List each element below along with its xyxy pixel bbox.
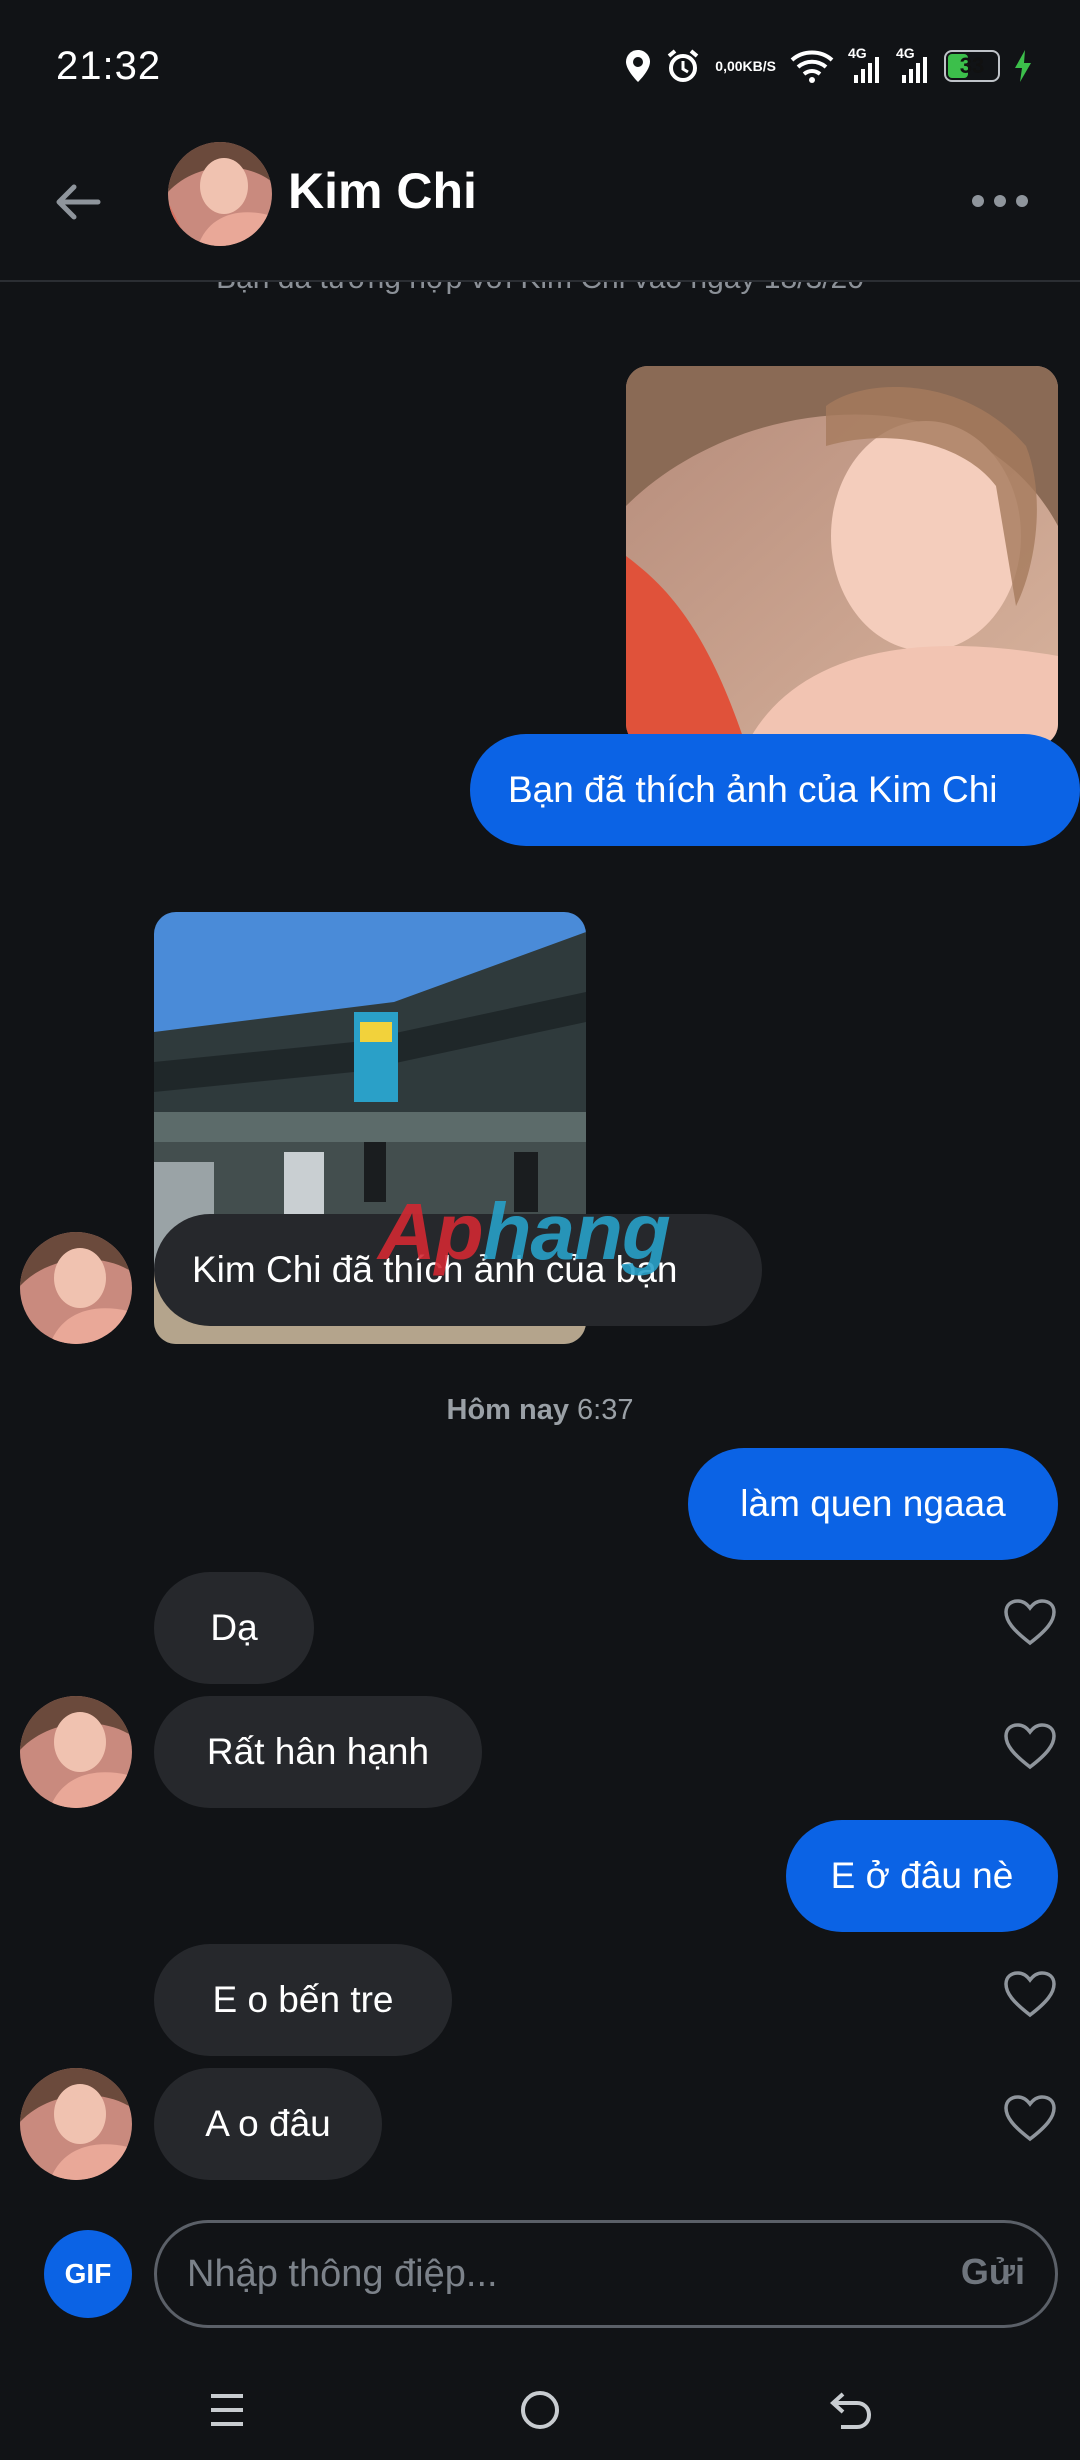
liked-photo-sent[interactable] — [626, 366, 1058, 746]
watermark-part1: Ap — [378, 1187, 484, 1276]
alarm-icon — [665, 48, 701, 84]
more-horizontal-icon — [972, 195, 1028, 207]
system-nav-bar — [0, 2360, 1080, 2460]
contact-avatar-small[interactable] — [20, 1232, 132, 1344]
menu-icon — [211, 2394, 243, 2426]
contact-avatar-small[interactable] — [20, 2068, 132, 2180]
location-icon — [625, 49, 651, 83]
net-speed-unit: KB/S — [742, 57, 776, 74]
status-icons: 0,00 KB/S 4G 4G 33 — [625, 44, 1032, 88]
timestamp-time: 6:37 — [577, 1394, 634, 1426]
more-options-button[interactable] — [960, 176, 1040, 226]
watermark-part2: hang — [482, 1187, 671, 1276]
signal-4g-icon-1: 4G — [848, 45, 882, 85]
like-heart-icon[interactable] — [1000, 1718, 1060, 1774]
timestamp-day: Hôm nay — [446, 1394, 569, 1426]
nav-home-button[interactable] — [505, 2382, 575, 2438]
contact-avatar-small[interactable] — [20, 1696, 132, 1808]
message-composer: Gửi — [154, 2220, 1058, 2328]
like-heart-icon[interactable] — [1000, 2090, 1060, 2146]
like-heart-icon[interactable] — [1000, 1594, 1060, 1650]
status-time: 21:32 — [56, 44, 162, 88]
watermark-logo: Aphang — [378, 1186, 671, 1278]
gif-button[interactable]: GIF — [44, 2230, 132, 2318]
home-circle-icon — [521, 2391, 559, 2429]
chat-header: Kim Chi — [0, 130, 1080, 282]
back-button[interactable] — [46, 170, 110, 234]
signal-4g-icon-2: 4G — [896, 45, 930, 85]
message-bubble-received[interactable]: E o bến tre — [154, 1944, 452, 2056]
nav-menu-button[interactable] — [192, 2382, 262, 2438]
message-bubble-received[interactable]: A o đâu — [154, 2068, 382, 2180]
message-bubble-sent[interactable]: Bạn đã thích ảnh của Kim Chi — [470, 734, 1080, 846]
like-heart-icon[interactable] — [1000, 1966, 1060, 2022]
net-speed-value: 0,00 — [715, 57, 743, 74]
charging-icon — [1014, 49, 1032, 83]
status-bar: 21:32 0,00 KB/S 4G 4G 33 — [0, 0, 1080, 130]
contact-name[interactable]: Kim Chi — [288, 162, 477, 220]
battery-level: 33 — [959, 53, 985, 78]
message-input[interactable] — [187, 2223, 887, 2325]
send-button[interactable]: Gửi — [961, 2251, 1025, 2293]
battery-indicator: 33 — [944, 50, 1000, 82]
wifi-icon — [790, 49, 834, 83]
message-bubble-received[interactable]: Rất hân hạnh — [154, 1696, 482, 1808]
contact-avatar[interactable] — [168, 142, 272, 246]
date-separator: Hôm nay 6:37 — [0, 1394, 1080, 1427]
message-bubble-sent[interactable]: làm quen ngaaa — [688, 1448, 1058, 1560]
network-speed: 0,00 KB/S — [715, 57, 776, 74]
message-bubble-received[interactable]: Dạ — [154, 1572, 314, 1684]
message-bubble-sent[interactable]: E ở đâu nè — [786, 1820, 1058, 1932]
return-icon — [830, 2392, 872, 2429]
arrow-left-icon — [56, 184, 101, 220]
nav-back-button[interactable] — [816, 2382, 886, 2438]
